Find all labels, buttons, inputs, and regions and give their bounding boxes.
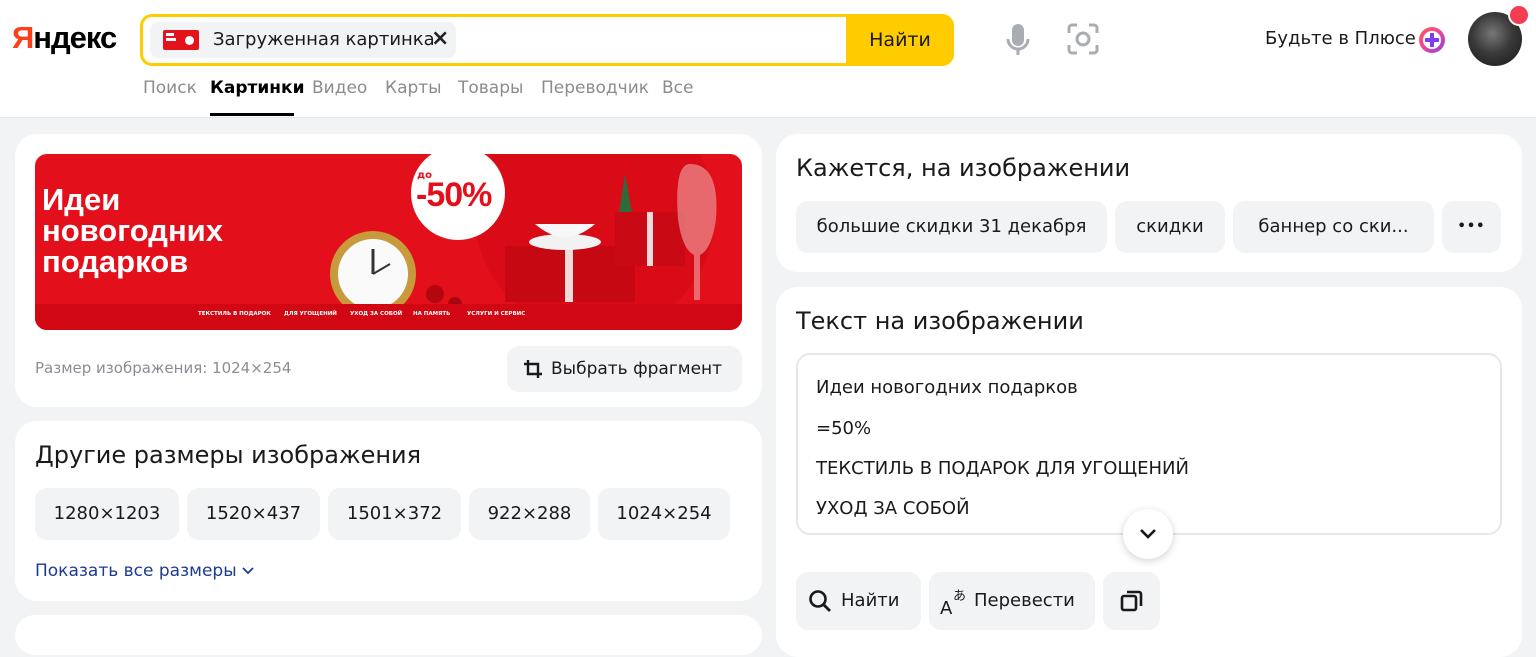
other-sizes-title: Другие размеры изображения: [35, 441, 422, 469]
size-option[interactable]: 922×288: [469, 488, 590, 540]
recognized-text-line: Идеи новогодних подарков: [816, 377, 1078, 398]
find-text-button[interactable]: Найти: [796, 572, 921, 630]
recognized-text-line: ТЕКСТИЛЬ В ПОДАРОК ДЛЯ УГОЩЕНИЙ: [816, 458, 1189, 479]
size-option[interactable]: 1501×372: [328, 488, 461, 540]
uploaded-image-label: Загруженная картинка: [213, 29, 435, 50]
recognized-text-line: УХОД ЗА СОБОЙ: [816, 498, 970, 519]
plus-logo-icon[interactable]: [1417, 25, 1447, 55]
translate-icon: A あ: [940, 589, 966, 616]
search-icon: [809, 590, 831, 612]
yandex-logo[interactable]: Яндекс: [12, 20, 117, 56]
next-section-card: [15, 615, 762, 655]
size-option[interactable]: 1280×1203: [35, 488, 179, 540]
show-all-sizes-link[interactable]: Показать все размеры: [35, 561, 254, 581]
header: Яндекс Загруженная картинка × Найти Будь…: [0, 0, 1536, 118]
svg-text:A: A: [940, 598, 953, 616]
text-on-image-title: Текст на изображении: [796, 307, 1084, 335]
close-icon[interactable]: ×: [431, 26, 449, 51]
recognized-text-line: =50%: [816, 418, 872, 439]
notification-dot: [1508, 4, 1530, 26]
tag-chip[interactable]: большие скидки 31 декабря: [796, 201, 1107, 253]
tab-goods[interactable]: Товары: [458, 78, 523, 98]
tab-search[interactable]: Поиск: [143, 78, 197, 98]
uploaded-image-preview[interactable]: Идеи новогодних подарков до -50% ТЕКСТИЛ…: [35, 154, 742, 330]
uploaded-image-chip[interactable]: Загруженная картинка ×: [150, 22, 456, 58]
tab-images[interactable]: Картинки: [210, 78, 305, 98]
plus-promo-link[interactable]: Будьте в Плюсе: [1265, 28, 1416, 49]
tag-chip[interactable]: баннер со ски...: [1233, 201, 1434, 253]
chevron-down-icon: [1140, 529, 1156, 539]
translate-text-button[interactable]: A あ Перевести: [929, 572, 1095, 630]
seems-title: Кажется, на изображении: [796, 154, 1131, 182]
banner-menu-strip: ТЕКСТИЛЬ В ПОДАРОК ДЛЯ УГОЩЕНИЙ УХОД ЗА …: [35, 304, 742, 330]
crop-icon: [524, 360, 542, 378]
size-option[interactable]: 1024×254: [598, 488, 730, 540]
uploaded-image-thumbnail: [163, 30, 199, 50]
copy-icon: [1120, 590, 1143, 612]
size-option[interactable]: 1520×437: [187, 488, 320, 540]
tab-translator[interactable]: Переводчик: [541, 78, 649, 98]
image-size-label: Размер изображения: 1024×254: [35, 359, 292, 377]
tag-chip[interactable]: скидки: [1115, 201, 1225, 253]
banner-title: Идеи новогодних подарков: [42, 182, 223, 279]
svg-text:あ: あ: [953, 589, 966, 604]
tab-maps[interactable]: Карты: [385, 78, 442, 98]
chevron-down-icon: [242, 567, 254, 575]
search-button[interactable]: Найти: [846, 14, 954, 66]
active-tab-indicator: [210, 113, 294, 116]
microphone-icon[interactable]: [1003, 22, 1033, 58]
expand-text-button[interactable]: [1123, 509, 1173, 559]
camera-scan-icon[interactable]: [1066, 22, 1100, 56]
select-fragment-button[interactable]: Выбрать фрагмент: [507, 346, 742, 392]
more-tags-button[interactable]: •••: [1442, 201, 1501, 253]
recognized-text-box[interactable]: Идеи новогодних подарков =50% ТЕКСТИЛЬ В…: [796, 353, 1502, 535]
tab-video[interactable]: Видео: [312, 78, 367, 98]
search-bar[interactable]: Загруженная картинка × Найти: [140, 14, 954, 66]
tab-all[interactable]: Все: [662, 78, 693, 98]
copy-text-button[interactable]: [1103, 572, 1160, 630]
